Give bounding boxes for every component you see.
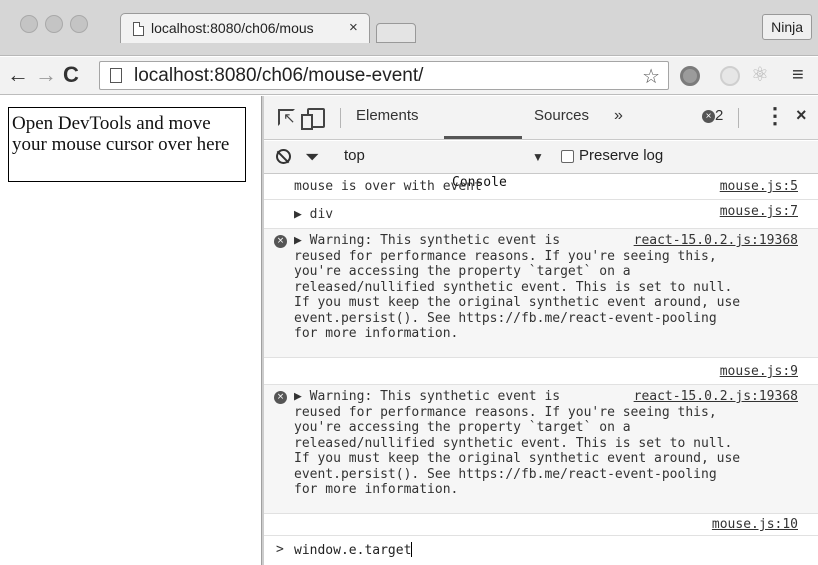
address-bar[interactable]: localhost:8080/ch06/mouse-event/ ☆: [99, 61, 669, 90]
source-link[interactable]: mouse.js:9: [720, 364, 798, 380]
browser-toolbar: ← → C localhost:8080/ch06/mouse-event/ ☆…: [0, 57, 818, 95]
chevron-down-icon[interactable]: ▼: [532, 150, 544, 164]
more-tabs-icon[interactable]: »: [614, 107, 623, 125]
clear-console-icon[interactable]: [276, 149, 291, 164]
window-minimize-button[interactable]: [45, 15, 63, 33]
console-output: mouse is over with event mouse.js:5 ▶ di…: [264, 175, 818, 565]
active-tab-indicator: [444, 136, 522, 139]
text-cursor: [411, 542, 413, 557]
console-message-expandable[interactable]: ▶ div: [294, 207, 333, 223]
tab-sources[interactable]: Sources: [534, 107, 589, 124]
close-devtools-icon[interactable]: ×: [796, 105, 807, 126]
browser-tab[interactable]: localhost:8080/ch06/mous ×: [120, 13, 370, 43]
filter-icon[interactable]: ⏷: [305, 147, 319, 168]
source-link[interactable]: react-15.0.2.js:19368: [634, 233, 798, 249]
error-counter[interactable]: × 2: [702, 107, 723, 124]
mouse-target-box[interactable]: Open DevTools and move your mouse cursor…: [8, 107, 246, 182]
console-input-text[interactable]: window.e.target: [294, 543, 411, 558]
preserve-log-label[interactable]: Preserve log: [579, 147, 663, 164]
console-row: ▶ div mouse.js:7: [264, 200, 818, 229]
page-icon: [133, 22, 144, 36]
tab-title: localhost:8080/ch06/mous: [151, 20, 314, 36]
window-maximize-button[interactable]: [70, 15, 88, 33]
bookmark-star-icon[interactable]: ☆: [642, 64, 660, 89]
console-warning-row: × ▶ Warning: This synthetic event is reu…: [264, 229, 818, 358]
toolbar-divider: [340, 108, 341, 128]
toolbar-divider: [738, 108, 739, 128]
console-filter-bar: ⏷ top ▼ Preserve log: [264, 141, 818, 174]
error-icon: ×: [274, 391, 287, 404]
console-row: mouse.js:9: [264, 358, 818, 385]
extension-icon[interactable]: [720, 66, 740, 86]
console-input[interactable]: window.e.target: [294, 542, 413, 559]
tab-elements[interactable]: Elements: [356, 107, 419, 124]
inspect-element-icon[interactable]: [278, 109, 296, 127]
error-count: 2: [715, 107, 724, 124]
extension-icon[interactable]: [680, 66, 700, 86]
preserve-log-checkbox[interactable]: [561, 150, 574, 163]
browser-tab-strip: localhost:8080/ch06/mous × Ninja: [0, 0, 818, 56]
context-selector[interactable]: top: [344, 147, 365, 164]
device-toolbar-icon[interactable]: [301, 108, 325, 130]
page-content: Open DevTools and move your mouse cursor…: [0, 96, 261, 565]
forward-arrow-icon[interactable]: →: [35, 63, 57, 87]
source-link[interactable]: mouse.js:10: [712, 517, 798, 533]
devtools-panel: Elements Console Sources » ×2 ⋮ × ⏷ top …: [264, 96, 818, 565]
profile-button[interactable]: Ninja: [762, 14, 812, 40]
console-message-expandable[interactable]: ▶ Warning: This synthetic event is reuse…: [294, 233, 740, 342]
react-devtools-icon[interactable]: ⚛: [750, 65, 770, 86]
error-icon: ×: [274, 235, 287, 248]
console-message: mouse is over with event: [294, 179, 482, 194]
url-text[interactable]: localhost:8080/ch06/mouse-event/: [134, 65, 423, 87]
back-arrow-icon[interactable]: ←: [7, 63, 29, 87]
window-close-button[interactable]: [20, 15, 38, 33]
console-prompt[interactable]: > window.e.target: [264, 535, 818, 565]
reload-icon[interactable]: C: [63, 63, 79, 87]
source-link[interactable]: mouse.js:5: [720, 179, 798, 195]
console-warning-row: × ▶ Warning: This synthetic event is reu…: [264, 385, 818, 514]
tab-close-icon[interactable]: ×: [349, 19, 358, 36]
console-row: mouse.js:10: [264, 514, 818, 536]
browser-menu-icon[interactable]: ≡: [792, 65, 804, 85]
devtools-tab-bar: Elements Console Sources » ×2 ⋮ ×: [264, 96, 818, 190]
error-icon: ×: [702, 110, 715, 123]
console-row: mouse is over with event mouse.js:5: [264, 175, 818, 200]
source-link[interactable]: mouse.js:7: [720, 204, 798, 220]
new-tab-button[interactable]: [376, 23, 416, 43]
source-link[interactable]: react-15.0.2.js:19368: [634, 389, 798, 405]
kebab-menu-icon[interactable]: ⋮: [764, 104, 786, 128]
page-icon: [110, 68, 122, 83]
prompt-caret-icon: >: [276, 542, 284, 557]
console-message-expandable[interactable]: ▶ Warning: This synthetic event is reuse…: [294, 389, 740, 498]
